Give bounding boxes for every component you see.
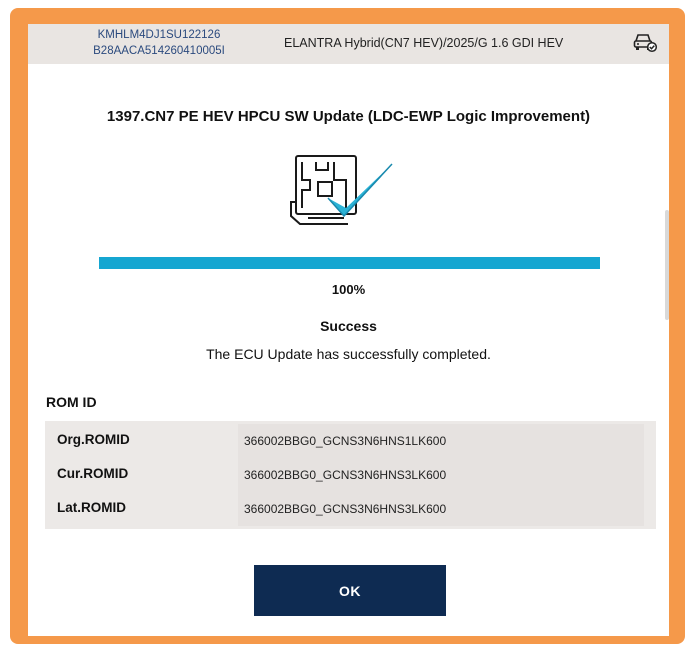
progress-fill (99, 257, 600, 269)
rom-id-table: Org.ROMID 366002BBG0_GCNS3N6HNS1LK600 Cu… (45, 421, 656, 529)
rom-row-org: Org.ROMID 366002BBG0_GCNS3N6HNS1LK600 (45, 424, 656, 458)
rom-value: 366002BBG0_GCNS3N6HNS3LK600 (238, 492, 644, 526)
rom-label: Cur.ROMID (57, 466, 129, 481)
ok-button[interactable]: OK (254, 565, 446, 616)
progress-bar (99, 257, 600, 269)
ecu-update-complete-icon (290, 155, 393, 225)
progress-percent: 100% (331, 282, 366, 297)
vin-number: KMHLM4DJ1SU122126 (97, 29, 221, 41)
scrollbar[interactable] (665, 210, 669, 320)
car-diagnostic-icon[interactable] (632, 31, 658, 53)
rom-row-lat: Lat.ROMID 366002BBG0_GCNS3N6HNS3LK600 (45, 492, 656, 526)
rom-value: 366002BBG0_GCNS3N6HNS1LK600 (238, 424, 644, 458)
update-title: 1397.CN7 PE HEV HPCU SW Update (LDC-EWP … (106, 108, 591, 125)
dialog-panel: KMHLM4DJ1SU122126 B28AACA514260410005I E… (28, 24, 669, 636)
rom-label: Lat.ROMID (57, 500, 126, 515)
vehicle-ids: KMHLM4DJ1SU122126 B28AACA514260410005I (74, 27, 244, 59)
update-message: The ECU Update has successfully complete… (206, 346, 491, 362)
rom-id-heading: ROM ID (46, 394, 97, 410)
vehicle-info-bar: KMHLM4DJ1SU122126 B28AACA514260410005I E… (28, 24, 669, 64)
rom-label: Org.ROMID (57, 432, 130, 447)
vehicle-model: ELANTRA Hybrid(CN7 HEV)/2025/G 1.6 GDI H… (284, 36, 564, 50)
update-status: Success (320, 318, 377, 334)
rom-row-cur: Cur.ROMID 366002BBG0_GCNS3N6HNS3LK600 (45, 458, 656, 492)
rom-value: 366002BBG0_GCNS3N6HNS3LK600 (238, 458, 644, 492)
id-code: B28AACA514260410005I (93, 45, 225, 57)
